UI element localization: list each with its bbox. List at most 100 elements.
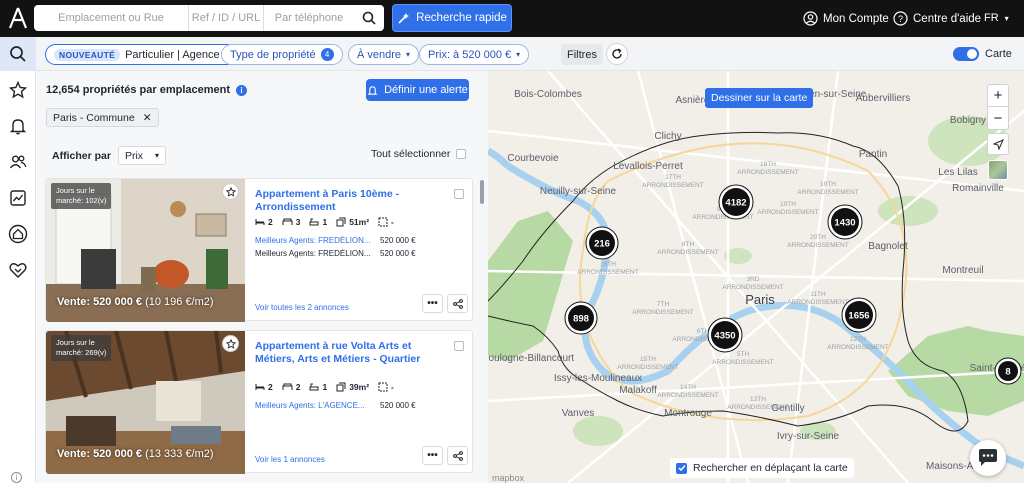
card-actions: ••• (422, 294, 468, 313)
favorite-button[interactable] (222, 183, 239, 200)
sort-select[interactable]: Prix ▾ (117, 146, 167, 165)
area-icon (336, 382, 346, 392)
seller-type-label: Particulier | Agence (125, 48, 220, 61)
svg-text:8: 8 (1005, 367, 1010, 378)
property-cluster[interactable]: 898 (564, 301, 598, 335)
listing-title[interactable]: Appartement à Paris 10ème - Arrondisseme… (255, 188, 435, 214)
nav-analytics[interactable] (0, 181, 36, 215)
share-button[interactable] (447, 446, 468, 465)
location-input[interactable]: Emplacement ou Rue (34, 5, 189, 31)
map-toggle-switch[interactable] (953, 47, 979, 61)
agent-name: Meilleurs Agents: FREDÉLION... (255, 249, 371, 258)
listing-card[interactable]: Jours sur le marché: 102(v) Vente: 520 00… (45, 178, 473, 322)
listing-title[interactable]: Appartement à rue Volta Arts et Métiers,… (255, 340, 435, 366)
map-canvas[interactable]: Bois-ColombesAsnières-sur-SeineSaint-Oue… (488, 71, 1024, 483)
listing-checkbox[interactable] (454, 189, 464, 199)
zoom-in-button[interactable]: + (988, 85, 1008, 107)
results-count-label: 12,654 propriétés par emplacement (46, 84, 231, 96)
property-cluster[interactable]: 1656 (841, 297, 877, 333)
seller-type-filter[interactable]: NOUVEAUTÉ Particulier | Agence ▾ (45, 44, 238, 65)
location-tag: Paris - Commune ✕ (46, 108, 159, 127)
nav-contacts[interactable] (0, 145, 36, 179)
svg-text:4182: 4182 (725, 198, 746, 209)
help-link[interactable]: ? Centre d'aide (893, 11, 981, 26)
see-all-listings-link[interactable]: Voir les 1 annonces (255, 455, 325, 464)
nav-deals[interactable] (0, 253, 36, 287)
sale-price-value: Vente: 520 000 € (57, 296, 143, 308)
new-badge: NOUVEAUTÉ (54, 48, 121, 61)
more-options-button[interactable]: ••• (422, 446, 443, 465)
agent-row[interactable]: Meilleurs Agents: FREDÉLION... 520 000 € (255, 236, 416, 245)
chevron-down-icon: ▾ (406, 50, 411, 59)
search-on-move[interactable]: Rechercher en déplaçant la carte (670, 458, 854, 478)
property-cluster[interactable]: 8 (994, 357, 1022, 385)
more-options-button[interactable]: ••• (422, 294, 443, 313)
see-all-listings-link[interactable]: Voir toutes les 2 annonces (255, 303, 349, 312)
property-cluster[interactable]: 216 (585, 226, 619, 260)
set-alert-button[interactable]: Définir une alerte (366, 79, 469, 101)
results-scrollbar[interactable] (480, 180, 484, 204)
bath-icon (309, 383, 319, 390)
listing-card[interactable]: Jours sur le marché: 269(v) Vente: 520 00… (45, 330, 473, 474)
sofa-icon (282, 383, 293, 390)
search-icon[interactable] (354, 11, 384, 25)
agent-name[interactable]: Meilleurs Agents: FREDÉLION... (255, 236, 380, 245)
place-label: Romainville (952, 183, 1004, 194)
map[interactable]: Bois-ColombesAsnières-sur-SeineSaint-Oue… (488, 71, 1024, 483)
zoom-out-button[interactable]: − (988, 107, 1008, 129)
place-label: Pantin (859, 149, 887, 160)
nav-favorites[interactable] (0, 73, 36, 107)
info-icon[interactable]: i (11, 472, 22, 483)
listing-photo[interactable]: Jours sur le marché: 269(v) Vente: 520 00… (46, 331, 245, 474)
star-icon (225, 186, 236, 197)
language-selector[interactable]: FR ▾ (984, 12, 1009, 24)
select-all[interactable]: Tout sélectionner (371, 148, 467, 160)
quick-search-button[interactable]: Recherche rapide (392, 4, 512, 32)
close-icon[interactable]: ✕ (143, 112, 152, 124)
phone-input[interactable]: Par téléphone (264, 5, 354, 31)
map-toggle[interactable]: Carte (953, 47, 1012, 61)
nav-search[interactable] (0, 37, 36, 71)
set-alert-label: Définir une alerte (384, 84, 468, 96)
nav-valuation[interactable] (0, 217, 36, 251)
agent-row: Meilleurs Agents: FREDÉLION... 520 000 € (255, 249, 416, 258)
refresh-button[interactable] (606, 43, 628, 65)
floor-icon (378, 217, 388, 227)
property-cluster[interactable]: 1430 (827, 204, 863, 240)
reference-input[interactable]: Ref / ID / URL (189, 5, 264, 31)
more-filters-button[interactable]: Filtres (561, 44, 603, 65)
nav-alerts[interactable] (0, 109, 36, 143)
map-layer-button[interactable] (988, 160, 1008, 180)
help-icon: ? (893, 11, 908, 26)
svg-text:4350: 4350 (714, 331, 735, 342)
transaction-filter[interactable]: À vendre ▾ (348, 44, 420, 65)
property-cluster[interactable]: 4350 (707, 317, 743, 353)
search-on-move-checkbox[interactable] (676, 462, 687, 474)
floor-icon (378, 382, 388, 392)
map-attribution: mapbox (492, 473, 525, 483)
bell-icon (367, 85, 378, 95)
account-link[interactable]: Mon Compte (803, 11, 889, 26)
listing-checkbox[interactable] (454, 341, 464, 351)
refresh-icon (612, 48, 622, 59)
property-cluster[interactable]: 4182 (718, 184, 754, 220)
transaction-label: À vendre (357, 48, 402, 61)
draw-on-map-button[interactable]: Dessiner sur la carte (705, 88, 814, 108)
agent-row[interactable]: Meilleurs Agents: L'AGENCE... 520 000 € (255, 401, 416, 410)
chat-button[interactable] (970, 440, 1006, 476)
place-label: Clichy (654, 131, 681, 142)
floor-value: - (391, 382, 394, 392)
logo-icon[interactable] (8, 7, 28, 29)
price-filter[interactable]: Prix: à 520 000 € ▾ (419, 44, 530, 65)
share-button[interactable] (447, 294, 468, 313)
property-type-filter[interactable]: Type de propriété 4 (221, 44, 343, 65)
info-icon[interactable]: i (236, 84, 248, 96)
select-all-checkbox[interactable] (456, 149, 467, 159)
listing-photo[interactable]: Jours sur le marché: 102(v) Vente: 520 00… (46, 179, 245, 322)
place-label: Boulogne-Billancourt (488, 353, 574, 364)
svg-text:898: 898 (573, 314, 589, 325)
favorite-button[interactable] (222, 335, 239, 352)
locate-button[interactable] (987, 133, 1009, 155)
agent-name[interactable]: Meilleurs Agents: L'AGENCE... (255, 401, 380, 410)
svg-text:?: ? (898, 14, 903, 24)
